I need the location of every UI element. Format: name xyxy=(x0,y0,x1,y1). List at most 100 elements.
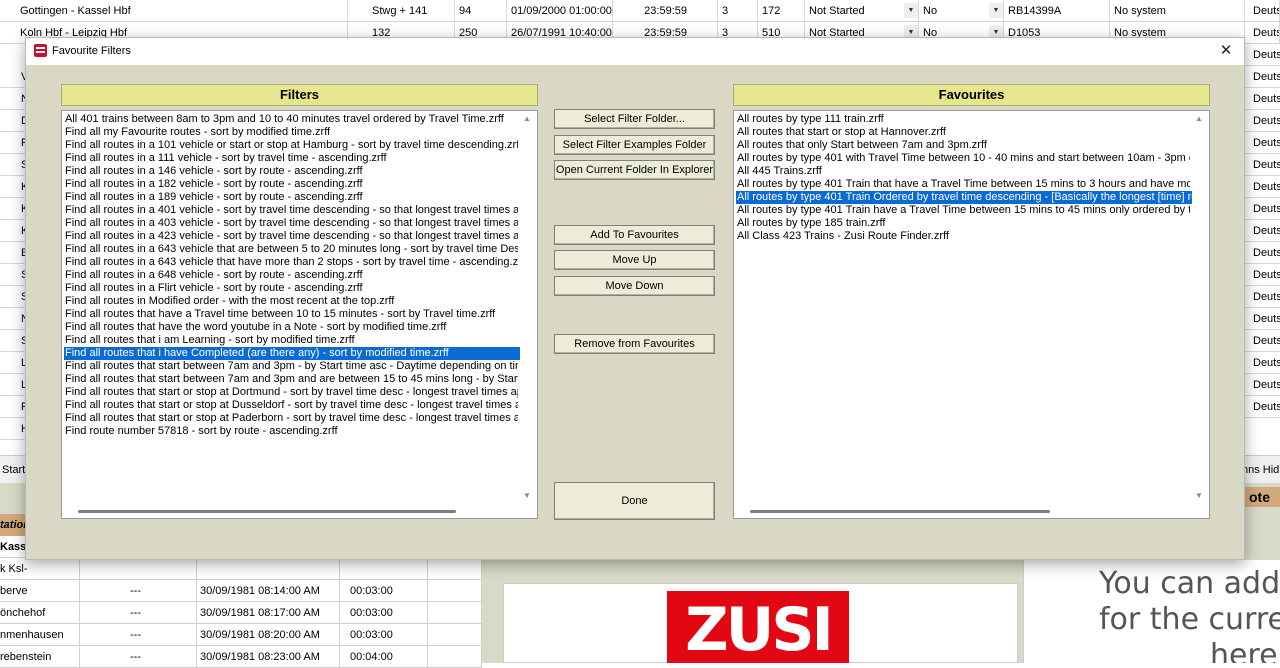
route-name-cell: H xyxy=(0,418,26,440)
zusi-logo: ZUSI xyxy=(667,591,849,663)
scroll-down-icon[interactable]: ▼ xyxy=(520,490,534,502)
list-item[interactable]: All 445 Trains.zrff xyxy=(736,165,1190,178)
list-item[interactable]: All routes by type 185 train.zrff xyxy=(736,217,1190,230)
list-item[interactable]: All routes that only Start between 7am a… xyxy=(736,139,1190,152)
list-item[interactable]: Find all routes that start or stop at Du… xyxy=(64,399,518,412)
list-item[interactable]: Find all routes that start between 7am a… xyxy=(64,360,518,373)
dialog-titlebar[interactable]: Favourite Filters ✕ xyxy=(26,38,1244,65)
list-item[interactable]: Find all routes in a 643 vehicle that ar… xyxy=(64,243,518,256)
region-cell: Deuts xyxy=(1245,242,1280,264)
favourite-filters-dialog: Favourite Filters ✕ Filters ▲ ▼ All 401 … xyxy=(25,37,1245,560)
list-item[interactable]: All routes by type 401 Train have a Trav… xyxy=(736,204,1190,217)
schedule-row[interactable]: k Ksl- xyxy=(0,558,482,580)
note-line: here xyxy=(1210,638,1278,663)
list-item[interactable]: All routes by type 401 Train Ordered by … xyxy=(736,191,1192,204)
horizontal-scrollbar[interactable] xyxy=(750,510,1050,513)
region-cell: Deuts xyxy=(1245,110,1280,132)
select-filter-examples-folder-button[interactable]: Select Filter Examples Folder xyxy=(554,135,715,155)
list-item[interactable]: Find all routes in a Flirt vehicle - sor… xyxy=(64,282,518,295)
region-cell: Deuts xyxy=(1245,88,1280,110)
schedule-cell: 30/09/1981 08:23:00 AM xyxy=(197,646,340,668)
list-item[interactable]: All Class 423 Trains - Zusi Route Finder… xyxy=(736,230,1190,243)
route-name-cell: E xyxy=(0,242,26,264)
done-button[interactable]: Done xyxy=(554,482,715,520)
list-item[interactable]: Find all routes that i am Learning - sor… xyxy=(64,334,518,347)
list-item[interactable]: All routes by type 401 Train that have a… xyxy=(736,178,1190,191)
route-name-cell: L xyxy=(0,352,26,374)
list-item[interactable]: All 401 trains between 8am to 3pm and 10… xyxy=(64,113,518,126)
list-item[interactable]: Find all routes that have the word youtu… xyxy=(64,321,518,334)
list-item[interactable]: Find all routes in a 648 vehicle - sort … xyxy=(64,269,518,282)
schedule-cell: k Ksl- xyxy=(0,558,80,580)
list-item[interactable]: Find all my Favourite routes - sort by m… xyxy=(64,126,518,139)
dialog-title: Favourite Filters xyxy=(52,45,131,57)
region-cell: Deuts xyxy=(1245,264,1280,286)
close-icon[interactable]: ✕ xyxy=(1216,41,1236,61)
list-item[interactable]: Find all routes in Modified order - with… xyxy=(64,295,518,308)
route-cell: 23:59:59 xyxy=(613,0,718,22)
select-filter-folder-button[interactable]: Select Filter Folder... xyxy=(554,109,715,129)
route-cell: No system xyxy=(1110,0,1245,22)
route-row[interactable]: Gottingen - Kassel Hbf Stwg + 141 94 01/09/… xyxy=(0,0,1280,22)
list-item[interactable]: Find all routes that i have Completed (a… xyxy=(64,347,520,360)
add-to-favourites-button[interactable]: Add To Favourites xyxy=(554,225,715,245)
schedule-row[interactable]: berve --- 30/09/1981 08:14:00 AM 00:03:00 xyxy=(0,580,482,602)
schedule-cell: 00:04:00 xyxy=(340,646,428,668)
list-item[interactable]: Find all routes in a 643 vehicle that ha… xyxy=(64,256,518,269)
list-item[interactable]: Find all routes in a 403 vehicle - sort … xyxy=(64,217,518,230)
region-cell: Deuts xyxy=(1245,66,1280,88)
cell-text: Gottingen - Kassel Hbf xyxy=(20,5,131,17)
move-up-button[interactable]: Move Up xyxy=(554,250,715,270)
schedule-cell xyxy=(428,646,482,668)
chevron-down-icon[interactable]: ▼ xyxy=(904,3,918,18)
list-item[interactable]: All routes that start or stop at Hannove… xyxy=(736,126,1190,139)
list-item[interactable]: All routes by type 401 with Travel Time … xyxy=(736,152,1190,165)
cell-text: RB14399A xyxy=(1008,5,1062,17)
cell-text: Deuts xyxy=(1253,5,1280,17)
move-down-button[interactable]: Move Down xyxy=(554,276,715,296)
filters-header: Filters xyxy=(61,84,538,106)
schedule-row[interactable]: rebenstein --- 30/09/1981 08:23:00 AM 00:04… xyxy=(0,646,482,668)
region-cell: Deuts xyxy=(1245,352,1280,374)
region-cell: Deuts xyxy=(1245,198,1280,220)
schedule-row[interactable]: nmenhausen --- 30/09/1981 08:20:00 AM 00:03… xyxy=(0,624,482,646)
list-item[interactable]: Find all routes in a 189 vehicle - sort … xyxy=(64,191,518,204)
filters-listbox[interactable]: ▲ ▼ All 401 trains between 8am to 3pm an… xyxy=(61,110,538,519)
list-item[interactable]: Find all routes that have a Travel time … xyxy=(64,308,518,321)
scroll-up-icon[interactable]: ▲ xyxy=(1192,113,1206,125)
route-cell: No ▼ xyxy=(919,0,1004,22)
remove-from-favourites-button[interactable]: Remove from Favourites xyxy=(554,334,715,354)
open-folder-in-explorer-button[interactable]: Open Current Folder In Explorer xyxy=(554,160,715,180)
scroll-down-icon[interactable]: ▼ xyxy=(1192,490,1206,502)
list-item[interactable]: All routes by type 111 train.zrff xyxy=(736,113,1190,126)
note-header: ote xyxy=(1245,487,1280,507)
list-item[interactable]: Find all routes in a 423 vehicle - sort … xyxy=(64,230,518,243)
cell-text: 23:59:59 xyxy=(644,5,687,17)
favourites-listbox[interactable]: ▲ ▼ All routes by type 111 train.zrff All… xyxy=(733,110,1210,519)
schedule-row[interactable]: önchehof --- 30/09/1981 08:17:00 AM 00:03:0… xyxy=(0,602,482,624)
list-item[interactable]: Find all routes that start or stop at Pa… xyxy=(64,412,518,425)
list-item[interactable]: Find route number 57818 - sort by route … xyxy=(64,425,518,438)
cell-text: 94 xyxy=(459,5,472,17)
route-name-cell: N xyxy=(0,308,26,330)
start-column-header[interactable]: Start xyxy=(0,455,26,483)
region-cell: Deuts xyxy=(1245,396,1280,418)
schedule-cell: 00:03:00 xyxy=(340,580,428,602)
route-name-cell: K xyxy=(0,176,26,198)
route-name-cell: K xyxy=(0,220,26,242)
list-item[interactable]: Find all routes in a 401 vehicle - sort … xyxy=(64,204,518,217)
schedule-cell xyxy=(80,558,197,580)
list-item[interactable]: Find all routes that start or stop at Do… xyxy=(64,386,518,399)
list-item[interactable]: Find all routes in a 101 vehicle or star… xyxy=(64,139,518,152)
list-item[interactable]: Find all routes in a 146 vehicle - sort … xyxy=(64,165,518,178)
list-item[interactable]: Find all routes that start between 7am a… xyxy=(64,373,518,386)
list-item[interactable]: Find all routes in a 182 vehicle - sort … xyxy=(64,178,518,191)
chevron-down-icon[interactable]: ▼ xyxy=(989,3,1003,18)
schedule-cell: --- xyxy=(80,580,197,602)
route-cell: Gottingen - Kassel Hbf xyxy=(0,0,348,22)
note-panel: You can add for the curre here xyxy=(1023,560,1280,663)
list-item[interactable]: Find all routes in a 111 vehicle - sort … xyxy=(64,152,518,165)
scroll-up-icon[interactable]: ▲ xyxy=(520,113,534,125)
horizontal-scrollbar[interactable] xyxy=(78,510,456,513)
hidden-columns-header[interactable]: nns Hid xyxy=(1240,455,1280,483)
